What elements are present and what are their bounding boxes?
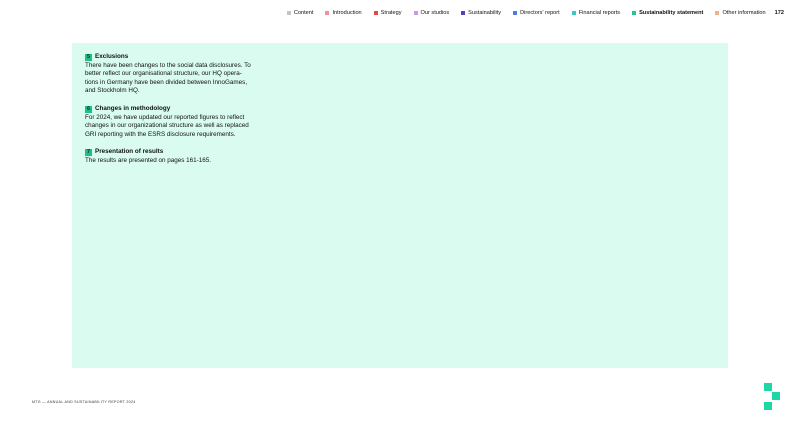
nav-color-swatch: [632, 11, 637, 15]
nav-item-introduction[interactable]: Introduction: [325, 10, 362, 16]
body-line: and Stockholm HQ.: [85, 87, 140, 95]
section-heading: 5 Exclusions: [85, 53, 290, 62]
body-line: GRI reporting with the ESRS disclosure r…: [85, 130, 236, 138]
section-number-badge: 6: [85, 105, 92, 113]
section-number-badge: 7: [85, 149, 92, 157]
notes-column: 5 Exclusions There have been changes to …: [85, 53, 290, 175]
nav-color-swatch: [413, 11, 418, 15]
nav-color-swatch: [373, 11, 378, 15]
nav-item-sustainability[interactable]: Sustainability: [461, 10, 501, 16]
nav-item-label: Content: [293, 10, 314, 16]
report-footer: MTG — ANNUAL AND SUSTAINABILITY REPORT 2…: [32, 400, 136, 404]
section-changes-in-methodology: 6 Changes in methodology For 2024, we ha…: [85, 105, 290, 139]
page-number: 172: [774, 10, 784, 16]
nav-color-swatch: [286, 11, 291, 15]
nav-item-label: Our studios: [420, 10, 450, 16]
body-line: tions in Germany have been divided betwe…: [85, 78, 248, 86]
nav-item-directors-report[interactable]: Directors' report: [513, 10, 560, 16]
body-line: There have been changes to the social da…: [85, 61, 251, 69]
section-title: Exclusions: [95, 53, 129, 60]
section-title: Changes in methodology: [95, 104, 171, 112]
section-body: For 2024, we have updated our reported f…: [85, 114, 290, 140]
nav-item-strategy[interactable]: Strategy: [373, 10, 402, 16]
nav-color-swatch: [325, 11, 330, 15]
mtg-logo-icon: [764, 383, 784, 411]
nav-item-label: Directors' report: [520, 10, 560, 16]
body-line: For 2024, we have updated our reported f…: [85, 113, 245, 121]
section-number-badge: 5: [85, 53, 92, 61]
section-heading: 6 Changes in methodology: [85, 105, 290, 114]
nav-item-label: Introduction: [332, 10, 362, 16]
body-line: better reflect our organisational struct…: [85, 70, 242, 78]
nav-color-swatch: [513, 11, 518, 15]
section-title: Presentation of results: [95, 148, 164, 156]
section-body: There have been changes to the social da…: [85, 62, 290, 96]
nav-item-content[interactable]: Content: [286, 10, 314, 16]
section-exclusions: 5 Exclusions There have been changes to …: [85, 53, 290, 96]
logo-square: [764, 383, 772, 391]
nav-color-swatch: [715, 11, 720, 15]
nav-item-our-studios[interactable]: Our studios: [413, 10, 450, 16]
nav-item-label: Other information: [722, 10, 766, 16]
nav-color-swatch: [461, 11, 466, 15]
logo-square: [772, 392, 780, 400]
nav-item-sustainability-statement[interactable]: Sustainability statement: [632, 10, 703, 16]
section-presentation-of-results: 7 Presentation of results The results ar…: [85, 148, 290, 165]
logo-square: [764, 402, 772, 410]
nav-item-label: Sustainability: [468, 10, 502, 16]
nav-item-other-information[interactable]: Other information: [715, 10, 766, 16]
body-line: changes in our organizational structure …: [85, 122, 249, 130]
top-navigation: Content Introduction Strategy Our studio…: [286, 10, 784, 16]
nav-item-label: Sustainability statement: [639, 10, 704, 16]
nav-item-financial-reports[interactable]: Financial reports: [571, 10, 621, 16]
body-line: The results are presented on pages 161-1…: [85, 156, 212, 164]
nav-item-label: Strategy: [380, 10, 402, 16]
section-body: The results are presented on pages 161-1…: [85, 157, 290, 166]
nav-color-swatch: [571, 11, 576, 15]
nav-item-label: Financial reports: [578, 10, 621, 16]
section-heading: 7 Presentation of results: [85, 148, 290, 157]
